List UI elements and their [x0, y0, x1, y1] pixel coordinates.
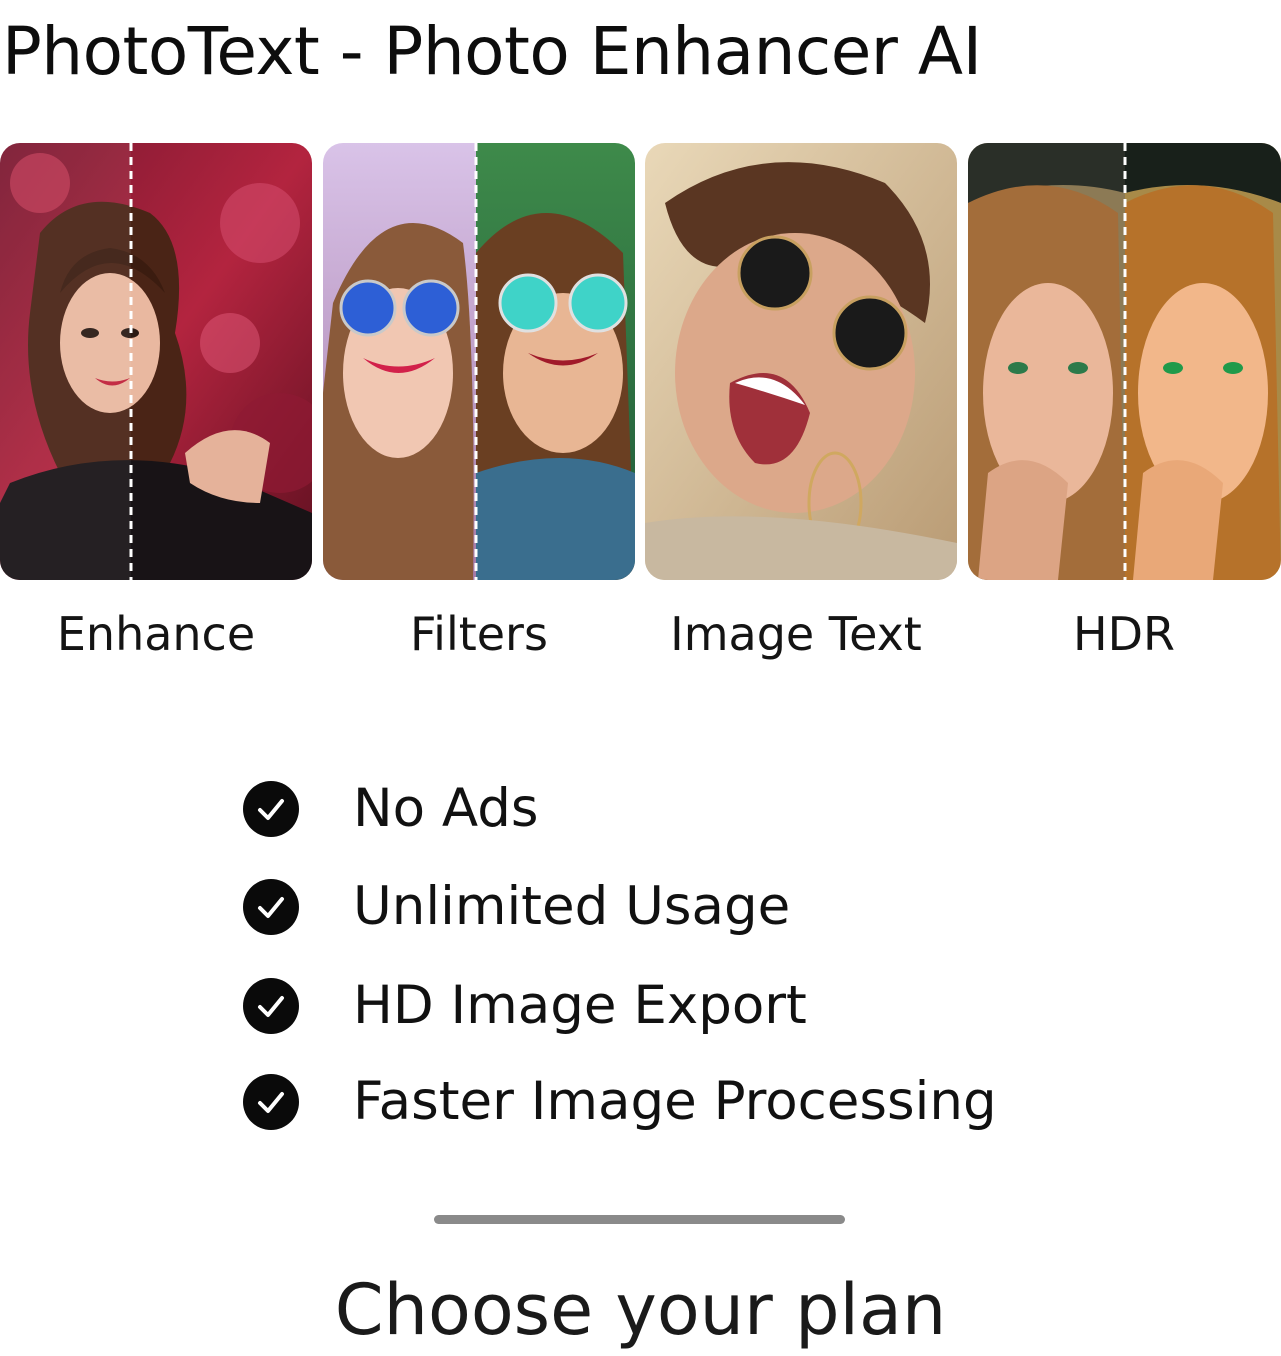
- image-text-feature-card[interactable]: [645, 143, 957, 580]
- check-circle-icon: [243, 1074, 299, 1130]
- hdr-feature-card[interactable]: [968, 143, 1281, 580]
- enhance-feature-card[interactable]: [0, 143, 312, 580]
- hdr-label: HDR: [1073, 607, 1175, 661]
- app-title: PhotoText - Photo Enhancer AI: [2, 13, 982, 90]
- image-text-preview-image: [645, 143, 957, 580]
- benefit-label: No Ads: [353, 778, 539, 839]
- benefit-label: Unlimited Usage: [353, 876, 791, 937]
- check-circle-icon: [243, 978, 299, 1034]
- enhance-preview-image: [0, 143, 312, 580]
- benefit-row-faster-processing: Faster Image Processing: [243, 1072, 997, 1132]
- benefit-row-hd-export: HD Image Export: [243, 976, 807, 1036]
- image-text-label: Image Text: [670, 607, 922, 661]
- choose-plan-heading: Choose your plan: [334, 1269, 947, 1351]
- check-circle-icon: [243, 781, 299, 837]
- sheet-drag-handle[interactable]: [434, 1215, 845, 1224]
- benefit-row-unlimited-usage: Unlimited Usage: [243, 877, 790, 937]
- benefit-label: HD Image Export: [353, 975, 807, 1036]
- benefit-row-no-ads: No Ads: [243, 779, 539, 839]
- filters-label: Filters: [410, 607, 548, 661]
- filters-preview-image: [323, 143, 635, 580]
- check-circle-icon: [243, 879, 299, 935]
- benefit-label: Faster Image Processing: [353, 1071, 997, 1132]
- hdr-preview-image: [968, 143, 1281, 580]
- enhance-label: Enhance: [56, 607, 256, 661]
- filters-feature-card[interactable]: [323, 143, 635, 580]
